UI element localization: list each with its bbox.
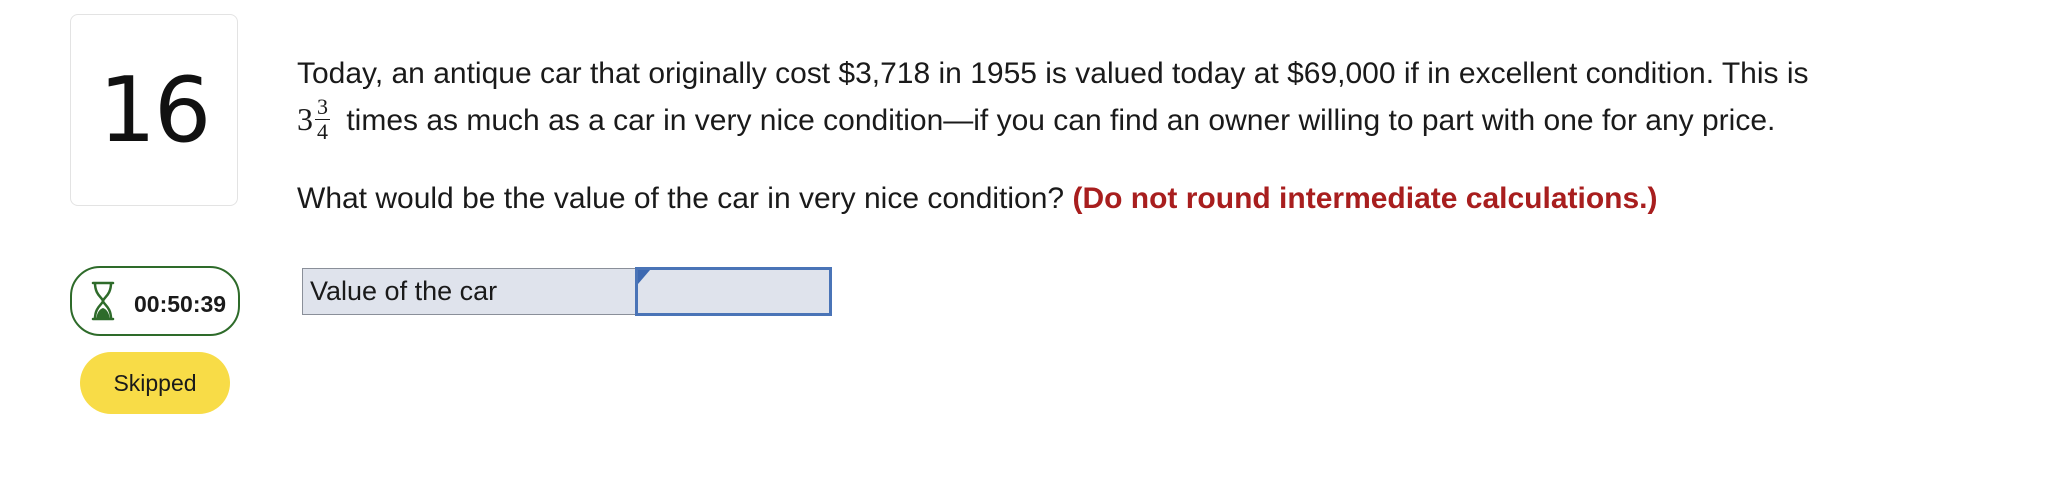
mixed-number: 3 3 4 <box>297 93 330 144</box>
status-badge: Skipped <box>80 352 230 414</box>
question-page: 16 00:50:39 Skipped Today, an antique ca… <box>0 0 2046 502</box>
question-line-2: times as much as a car in very nice cond… <box>346 104 1776 137</box>
cell-marker-icon <box>638 270 650 284</box>
hourglass-icon <box>90 281 120 321</box>
timer-badge: 00:50:39 <box>70 266 240 336</box>
answer-table: Value of the car <box>302 267 832 316</box>
timer-value: 00:50:39 <box>134 290 227 317</box>
question-body: Today, an antique car that originally co… <box>297 50 1997 222</box>
question-line-1: Today, an antique car that originally co… <box>297 57 1809 90</box>
answer-row: Value of the car <box>302 267 832 316</box>
answer-label: Value of the car <box>302 268 637 315</box>
answer-input[interactable] <box>638 270 829 313</box>
fraction: 3 4 <box>315 93 330 144</box>
question-number-box: 16 <box>70 14 238 206</box>
question-number: 16 <box>98 57 212 163</box>
answer-input-cell[interactable] <box>635 267 832 316</box>
fraction-denominator: 4 <box>317 118 328 144</box>
question-text: Today, an antique car that originally co… <box>297 50 1997 146</box>
mixed-whole: 3 <box>297 100 313 137</box>
fraction-numerator: 3 <box>315 93 330 120</box>
question-ask: What would be the value of the car in ve… <box>297 175 1997 222</box>
rounding-note: (Do not round intermediate calculations.… <box>1072 181 1658 215</box>
question-ask-text: What would be the value of the car in ve… <box>297 181 1065 215</box>
